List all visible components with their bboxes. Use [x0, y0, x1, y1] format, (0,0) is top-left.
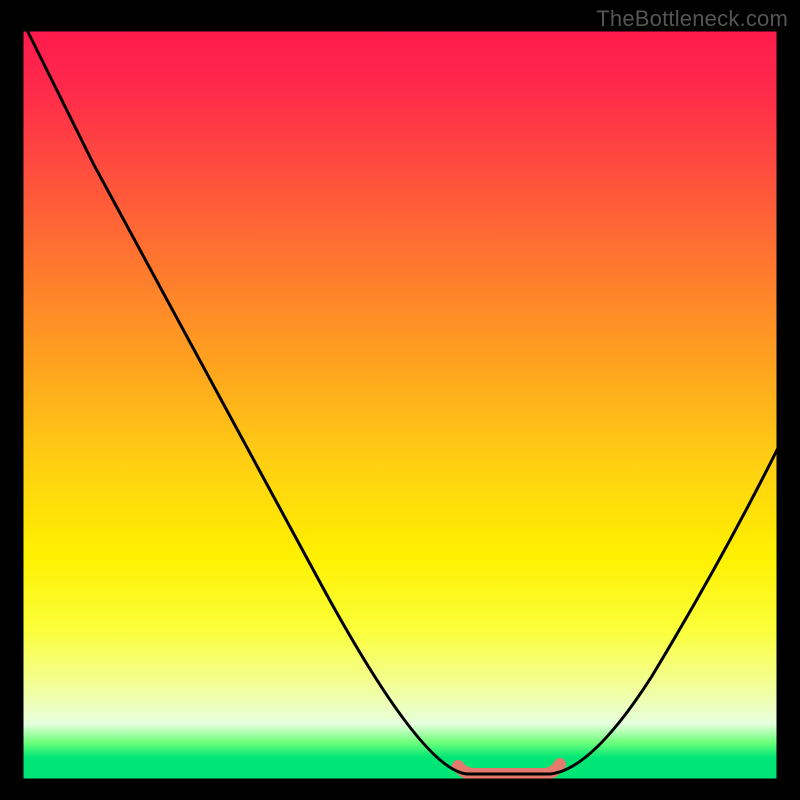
watermark-text: TheBottleneck.com	[596, 6, 788, 32]
curve-left-branch	[27, 30, 467, 774]
curve-layer	[22, 30, 778, 780]
curve-right-branch	[550, 448, 778, 774]
chart-frame: TheBottleneck.com	[0, 0, 800, 800]
plot-area	[22, 30, 778, 780]
